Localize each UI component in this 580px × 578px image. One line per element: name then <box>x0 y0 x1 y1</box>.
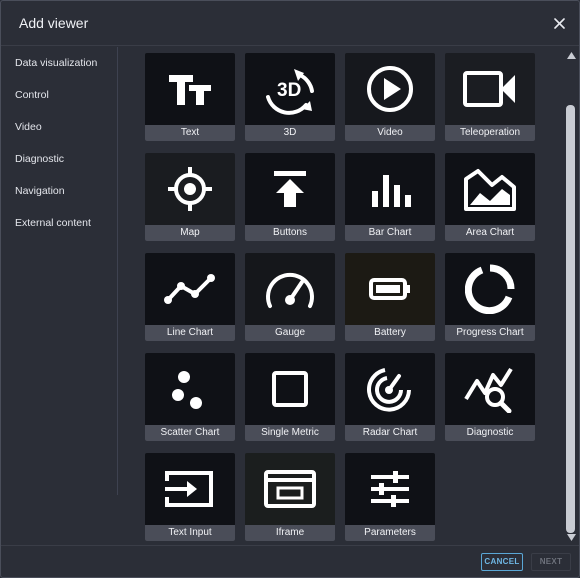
tile-iframe[interactable]: Iframe <box>245 453 335 541</box>
3d-icon: 3D <box>266 69 314 115</box>
tile-line-chart[interactable]: Line Chart <box>145 253 235 341</box>
tile-label: Iframe <box>245 525 335 541</box>
tile-3d[interactable]: 3D 3D <box>245 53 335 141</box>
tile-label: Radar Chart <box>345 425 435 441</box>
tile-diagnostic[interactable]: Diagnostic <box>445 353 535 441</box>
tile-label: Progress Chart <box>445 325 535 341</box>
bar-chart-icon <box>372 175 411 207</box>
tile-label: Teleoperation <box>445 125 535 141</box>
diagnostic-icon <box>464 367 513 413</box>
tile-label: Map <box>145 225 235 241</box>
tile-label: Bar Chart <box>345 225 435 241</box>
scroll-up-button[interactable] <box>565 49 577 61</box>
viewer-grid: Text 3D 3D Video Teleoperation Map Butto… <box>119 47 561 545</box>
tile-label: Video <box>345 125 435 141</box>
tile-label: Area Chart <box>445 225 535 241</box>
tile-map[interactable]: Map <box>145 153 235 241</box>
scroll-thumb[interactable] <box>566 105 575 533</box>
sidebar-item-navigation[interactable]: Navigation <box>15 185 65 197</box>
dialog-footer: CANCEL NEXT <box>1 545 579 578</box>
scatter-icon <box>172 371 202 409</box>
text-input-icon <box>165 471 213 507</box>
scroll-down-button[interactable] <box>565 531 577 543</box>
area-chart-icon <box>464 169 516 211</box>
progress-ring-icon <box>465 264 515 314</box>
radar-icon <box>367 368 411 412</box>
tile-label: Scatter Chart <box>145 425 235 441</box>
sidebar-item-data-visualization[interactable]: Data visualization <box>15 57 97 69</box>
sidebar-item-video[interactable]: Video <box>15 121 42 133</box>
tile-text[interactable]: Text <box>145 53 235 141</box>
tile-video[interactable]: Video <box>345 53 435 141</box>
sidebar-item-diagnostic[interactable]: Diagnostic <box>15 153 64 165</box>
tile-label: 3D <box>245 125 335 141</box>
battery-icon <box>369 278 410 300</box>
sliders-icon <box>371 471 409 507</box>
tile-label: Buttons <box>245 225 335 241</box>
category-sidebar: Data visualization Control Video Diagnos… <box>2 47 118 495</box>
triangle-up-icon <box>566 51 576 59</box>
tile-label: Gauge <box>245 325 335 341</box>
scrollbar[interactable] <box>564 47 578 545</box>
close-icon <box>553 17 565 29</box>
next-button[interactable]: NEXT <box>531 553 571 571</box>
line-chart-icon <box>164 274 215 304</box>
close-button[interactable] <box>549 13 569 33</box>
tile-gauge[interactable]: Gauge <box>245 253 335 341</box>
tile-buttons[interactable]: Buttons <box>245 153 335 241</box>
svg-text:3D: 3D <box>277 80 301 101</box>
iframe-icon <box>264 470 316 508</box>
tile-teleoperation[interactable]: Teleoperation <box>445 53 535 141</box>
tile-radar-chart[interactable]: Radar Chart <box>345 353 435 441</box>
tile-scatter-chart[interactable]: Scatter Chart <box>145 353 235 441</box>
crosshair-icon <box>168 167 212 211</box>
tile-label: Parameters <box>345 525 435 541</box>
tile-battery[interactable]: Battery <box>345 253 435 341</box>
add-viewer-dialog: Add viewer Data visualization Control Vi… <box>0 0 580 578</box>
sidebar-item-control[interactable]: Control <box>15 89 49 101</box>
video-camera-icon <box>463 71 515 107</box>
tile-text-input[interactable]: Text Input <box>145 453 235 541</box>
single-metric-icon <box>272 371 308 407</box>
tile-bar-chart[interactable]: Bar Chart <box>345 153 435 241</box>
tile-label: Diagnostic <box>445 425 535 441</box>
tile-label: Single Metric <box>245 425 335 441</box>
tile-parameters[interactable]: Parameters <box>345 453 435 541</box>
text-icon <box>169 75 211 105</box>
sidebar-item-external-content[interactable]: External content <box>15 217 91 229</box>
play-icon <box>367 66 413 112</box>
tile-label: Battery <box>345 325 435 341</box>
tile-single-metric[interactable]: Single Metric <box>245 353 335 441</box>
tile-label: Line Chart <box>145 325 235 341</box>
tile-label: Text Input <box>145 525 235 541</box>
gauge-icon <box>266 272 314 308</box>
tile-label: Text <box>145 125 235 141</box>
tile-progress-chart[interactable]: Progress Chart <box>445 253 535 341</box>
dialog-title: Add viewer <box>19 15 89 31</box>
cancel-button[interactable]: CANCEL <box>481 553 523 571</box>
triangle-down-icon <box>566 533 576 541</box>
tile-area-chart[interactable]: Area Chart <box>445 153 535 241</box>
dialog-header: Add viewer <box>1 1 579 46</box>
upload-arrow-icon <box>274 171 306 207</box>
